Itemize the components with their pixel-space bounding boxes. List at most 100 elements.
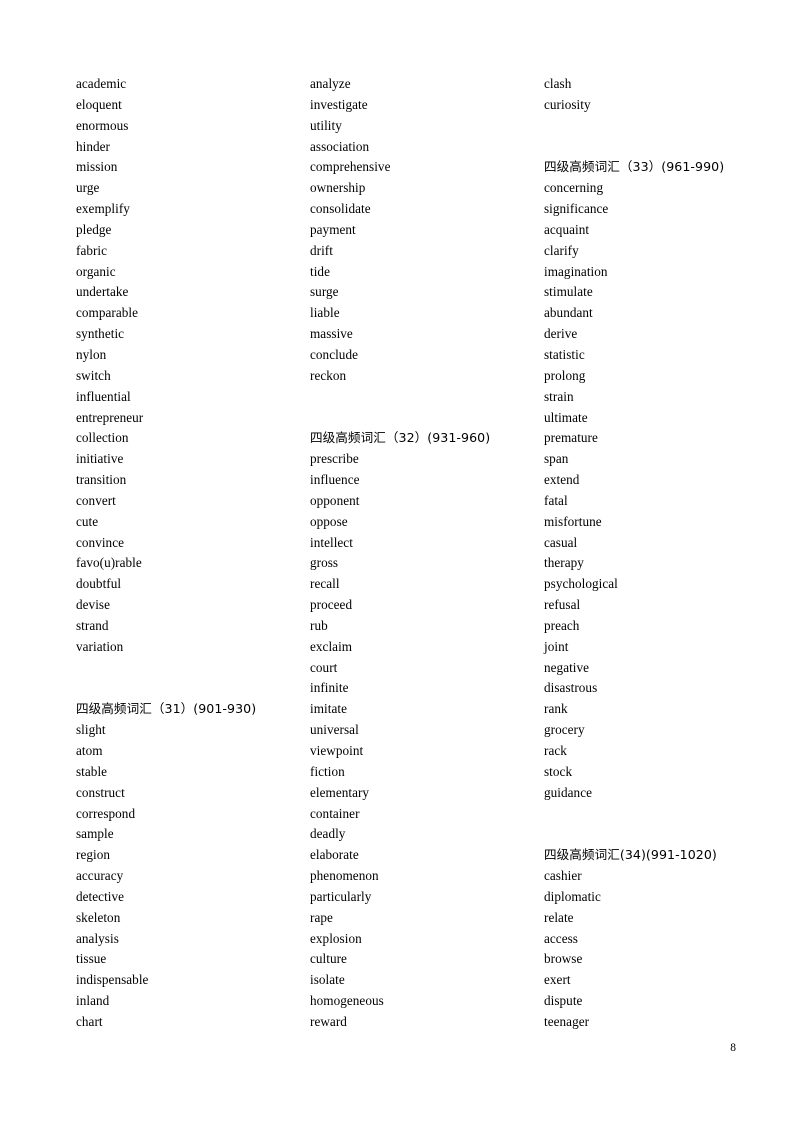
vocabulary-word: prolong	[544, 367, 586, 383]
vocabulary-word: misfortune	[544, 513, 602, 529]
vocabulary-word: surge	[310, 284, 339, 300]
vocabulary-word: indispensable	[76, 972, 149, 988]
vocabulary-word: convince	[76, 534, 124, 550]
vocabulary-word: rack	[544, 743, 567, 758]
document-page: academic eloquent enormous hinder mission urg…	[0, 0, 794, 1123]
vocabulary-word: ultimate	[544, 409, 588, 425]
vocabulary-word: concerning	[544, 180, 604, 196]
vocabulary-word: universal	[310, 722, 359, 738]
vocabulary-word: influence	[310, 472, 360, 488]
vocabulary-word: synthetic	[76, 326, 125, 342]
vocabulary-word: derive	[544, 326, 578, 342]
vocabulary-word: guidance	[544, 784, 592, 800]
vocabulary-word: therapy	[544, 555, 584, 571]
vocabulary-word: access	[544, 930, 578, 946]
vocabulary-word: organic	[76, 263, 116, 279]
vocabulary-word: teenager	[544, 1013, 590, 1029]
vocabulary-word: grocery	[544, 722, 585, 738]
vocabulary-word: investigate	[310, 96, 368, 112]
vocabulary-word: browse	[544, 951, 583, 967]
vocabulary-word: recall	[310, 576, 340, 592]
vocabulary-word: region	[76, 847, 110, 863]
vocabulary-word: slight	[76, 722, 106, 738]
vocabulary-word: undertake	[76, 284, 129, 300]
vocabulary-word: sample	[76, 826, 114, 842]
vocabulary-word: container	[310, 805, 360, 821]
vocabulary-word: infinite	[310, 680, 349, 696]
vocabulary-word: reward	[310, 1013, 347, 1029]
vocabulary-word: mission	[76, 159, 118, 175]
vocabulary-word: analysis	[76, 930, 119, 946]
vocabulary-word: eloquent	[76, 96, 122, 112]
vocabulary-word: premature	[544, 430, 598, 446]
vocabulary-word: enormous	[76, 117, 129, 133]
vocabulary-word: entrepreneur	[76, 409, 144, 425]
vocabulary-word: explosion	[310, 930, 362, 946]
page-number: 8	[730, 1042, 736, 1054]
vocabulary-word: abundant	[544, 305, 593, 321]
vocabulary-word: convert	[76, 492, 116, 508]
vocabulary-word: pledge	[76, 221, 112, 237]
vocabulary-word: viewpoint	[310, 743, 364, 758]
section-heading: 四级高频词汇(34)(991-1020)	[544, 847, 717, 863]
vocabulary-word: rape	[310, 909, 333, 925]
vocabulary-word: fatal	[544, 492, 568, 508]
vocabulary-word: association	[310, 138, 370, 154]
vocabulary-word: joint	[544, 638, 569, 654]
vocabulary-word: psychological	[544, 576, 618, 592]
vocabulary-word: analyze	[310, 76, 351, 91]
vocabulary-word: exert	[544, 972, 571, 988]
vocabulary-word: fiction	[310, 763, 345, 779]
vocabulary-word: clarify	[544, 242, 579, 258]
vocabulary-word: prescribe	[310, 451, 359, 467]
vocabulary-word: elementary	[310, 784, 370, 800]
vocabulary-word: initiative	[76, 451, 124, 467]
vocabulary-word: exclaim	[310, 638, 353, 654]
vocabulary-word: chart	[76, 1013, 103, 1029]
vocabulary-word: statistic	[544, 346, 585, 362]
vocabulary-word: ownership	[310, 180, 366, 196]
vocabulary-word: phenomenon	[310, 868, 379, 884]
vocabulary-word: hinder	[76, 138, 110, 154]
vocabulary-word: imitate	[310, 701, 347, 717]
vocabulary-word: strain	[544, 388, 574, 404]
vocabulary-word: elaborate	[310, 847, 359, 863]
vocabulary-word: extend	[544, 472, 580, 488]
vocabulary-word: negative	[544, 659, 590, 675]
vocabulary-word: variation	[76, 638, 124, 654]
vocabulary-word: preach	[544, 617, 580, 633]
vocabulary-word: strand	[76, 617, 109, 633]
vocabulary-word: cute	[76, 513, 99, 529]
vocabulary-word: dispute	[544, 993, 583, 1009]
vocabulary-word: reckon	[310, 367, 347, 383]
vocabulary-word: significance	[544, 201, 609, 217]
section-heading: 四级高频词汇（33）(961-990)	[544, 159, 725, 175]
vocabulary-word: rank	[544, 701, 568, 717]
vocabulary-word: refusal	[544, 597, 581, 613]
vocabulary-word: cashier	[544, 868, 582, 884]
vocabulary-word: academic	[76, 76, 127, 91]
vocabulary-word: influential	[76, 388, 131, 404]
vocabulary-word: collection	[76, 430, 129, 446]
vocabulary-word: deadly	[310, 826, 346, 842]
vocabulary-word: fabric	[76, 242, 108, 258]
vocabulary-word: span	[544, 451, 569, 467]
vocabulary-word: exemplify	[76, 201, 130, 217]
vocabulary-word: court	[310, 659, 338, 675]
vocabulary-word: casual	[544, 534, 578, 550]
vocabulary-word: devise	[76, 597, 110, 613]
vocabulary-word: massive	[310, 326, 353, 342]
vocabulary-word: tide	[310, 263, 330, 279]
vocabulary-word: homogeneous	[310, 993, 384, 1009]
vocabulary-word: isolate	[310, 972, 345, 988]
vocabulary-word: acquaint	[544, 221, 590, 237]
vocabulary-word: rub	[310, 617, 328, 633]
vocabulary-word: stable	[76, 763, 108, 779]
column-1: academic eloquent enormous hinder mission urg…	[76, 74, 310, 1033]
vocabulary-word: relate	[544, 909, 574, 925]
vocabulary-word: particularly	[310, 888, 372, 904]
